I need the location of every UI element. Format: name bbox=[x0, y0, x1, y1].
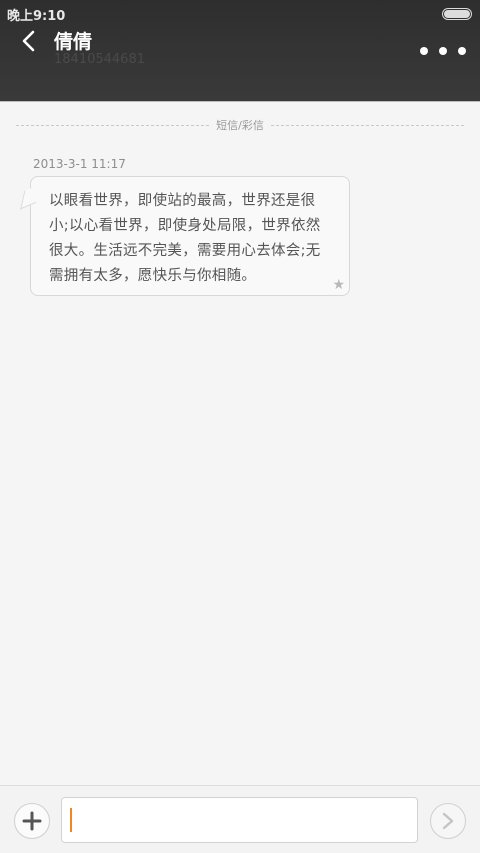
chevron-left-icon bbox=[22, 30, 35, 52]
send-button[interactable] bbox=[430, 803, 466, 839]
star-icon[interactable]: ★ bbox=[332, 277, 345, 293]
channel-label: 短信/彩信 bbox=[210, 118, 270, 133]
message-text: 以眼看世界，即使站的最高，世界还是很小;以心看世界，即使身处局限，世界依然很大。… bbox=[49, 193, 321, 284]
app-header: 晚上9:10 倩倩 18410544681 bbox=[0, 0, 480, 102]
more-options-button[interactable] bbox=[420, 40, 466, 62]
message-input[interactable] bbox=[61, 797, 418, 843]
message-timestamp: 2013-3-1 11:17 bbox=[33, 157, 126, 171]
dot-icon bbox=[458, 47, 466, 55]
chevron-right-icon bbox=[442, 812, 454, 830]
text-cursor bbox=[70, 808, 72, 832]
dot-icon bbox=[439, 47, 447, 55]
battery-icon bbox=[442, 8, 472, 20]
plus-icon bbox=[22, 811, 42, 831]
back-button[interactable] bbox=[14, 26, 44, 56]
channel-divider: 短信/彩信 bbox=[16, 118, 464, 134]
add-attachment-button[interactable] bbox=[14, 803, 50, 839]
bubble-tail bbox=[20, 184, 40, 210]
contact-name: 倩倩 bbox=[54, 31, 93, 53]
status-time: 晚上9:10 bbox=[7, 9, 66, 24]
contact-number: 18410544681 bbox=[54, 52, 145, 67]
message-bubble[interactable]: 以眼看世界，即使站的最高，世界还是很小;以心看世界，即使身处局限，世界依然很大。… bbox=[20, 176, 350, 296]
dot-icon bbox=[420, 47, 428, 55]
composer-bar bbox=[0, 785, 480, 853]
